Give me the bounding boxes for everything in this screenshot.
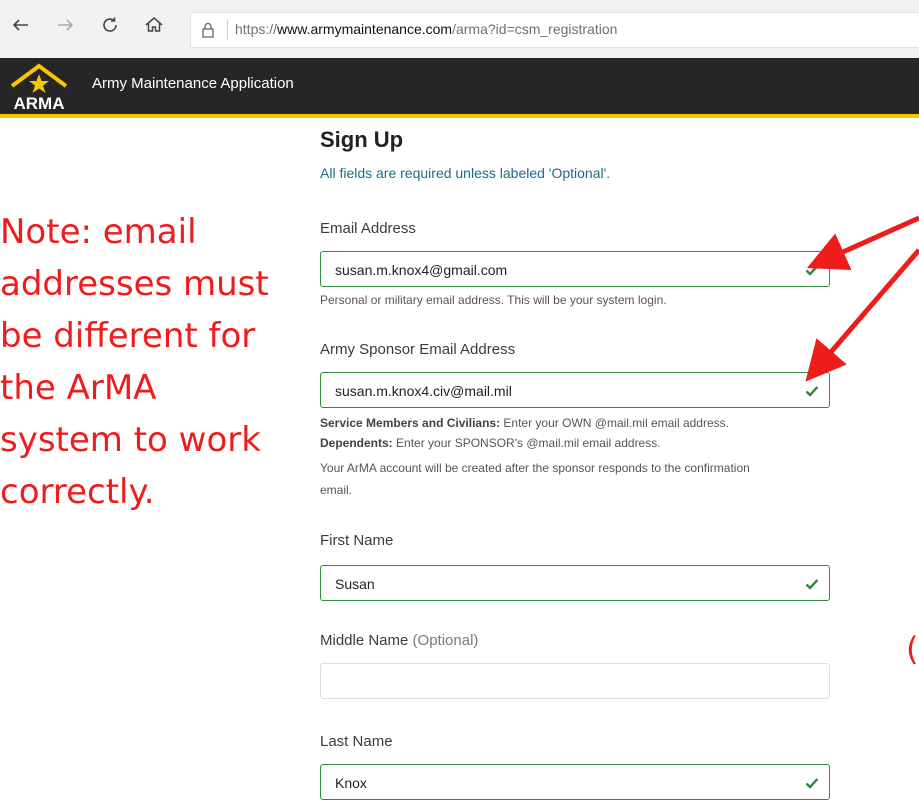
first-name-field[interactable]: Susan <box>320 565 830 601</box>
checkmark-icon <box>805 265 819 276</box>
refresh-icon[interactable] <box>97 12 123 38</box>
annotation-note: Note: email addresses must be different … <box>0 206 315 518</box>
arma-logo[interactable]: ARMA <box>6 60 72 112</box>
annotation-line: system to work <box>0 420 261 460</box>
middle-name-label: Middle Name (Optional) <box>320 632 479 649</box>
sponsor-help-account-cont: email. <box>320 483 353 497</box>
annotation-line: the ArMA <box>0 368 157 408</box>
sponsor-email-label: Army Sponsor Email Address <box>320 341 516 358</box>
email-field[interactable]: susan.m.knox4@gmail.com <box>320 251 830 287</box>
sponsor-email-field[interactable]: susan.m.knox4.civ@mail.mil <box>320 372 830 408</box>
home-icon[interactable] <box>141 12 167 38</box>
checkmark-icon <box>805 778 819 789</box>
back-arrow-icon[interactable] <box>8 12 34 38</box>
page-title: Sign Up <box>320 127 404 152</box>
required-note: All fields are required unless labeled '… <box>320 165 611 181</box>
email-label: Email Address <box>320 220 416 237</box>
first-name-label: First Name <box>320 532 394 549</box>
annotation-line: Note: email <box>0 212 197 252</box>
last-name-field[interactable]: Knox <box>320 764 830 800</box>
annotation-line: correctly. <box>0 472 155 512</box>
last-name-label: Last Name <box>320 733 393 750</box>
arrow-to-email-field <box>806 215 919 271</box>
app-title[interactable]: Army Maintenance Application <box>92 75 294 92</box>
sponsor-email-value: susan.m.knox4.civ@mail.mil <box>335 383 512 399</box>
browser-toolbar: https://www.armymaintenance.com/arma?id=… <box>0 0 919 59</box>
annotation-line: addresses must <box>0 264 269 304</box>
sponsor-help-account: Your ArMA account will be created after … <box>320 461 750 475</box>
url-text[interactable]: https://www.armymaintenance.com/arma?id=… <box>235 21 617 37</box>
sponsor-help-service: Service Members and Civilians: Enter you… <box>320 416 729 430</box>
app-header: ARMA Army Maintenance Application <box>0 58 919 118</box>
address-bar[interactable]: https://www.armymaintenance.com/arma?id=… <box>190 12 919 48</box>
checkmark-icon <box>805 386 819 397</box>
middle-name-field[interactable] <box>320 663 830 699</box>
forward-arrow-icon[interactable] <box>52 12 78 38</box>
address-divider <box>227 20 228 40</box>
optional-tag: (Optional) <box>412 632 479 649</box>
annotation-line: be different for <box>0 316 256 356</box>
annotation-edge-glyph: ( <box>906 630 919 668</box>
lock-icon <box>202 22 214 38</box>
sponsor-help-dependents: Dependents: Enter your SPONSOR's @mail.m… <box>320 436 661 450</box>
email-value: susan.m.knox4@gmail.com <box>335 262 508 278</box>
last-name-value: Knox <box>335 775 367 791</box>
checkmark-icon <box>805 579 819 590</box>
first-name-value: Susan <box>335 576 375 592</box>
email-help: Personal or military email address. This… <box>320 293 667 307</box>
svg-text:ARMA: ARMA <box>14 94 65 112</box>
